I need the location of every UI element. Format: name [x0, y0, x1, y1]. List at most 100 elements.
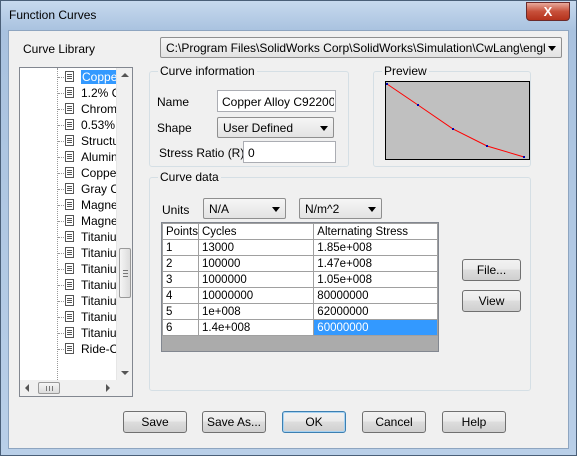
preview-point	[486, 145, 488, 147]
document-icon	[65, 119, 74, 130]
units-x-value: N/A	[209, 202, 230, 216]
file-button[interactable]: File...	[462, 259, 521, 281]
tree-vertical-scrollbar[interactable]	[116, 68, 132, 381]
table-cell[interactable]: 6	[162, 319, 199, 336]
scroll-left-icon[interactable]	[25, 384, 29, 392]
curve-library-tree[interactable]: Copper A 1.2% Car Chrome-N 0.53% Ca Structur…	[19, 67, 133, 397]
curve-information-title: Curve information	[158, 64, 257, 78]
document-icon	[65, 263, 74, 274]
tree-scroll-thumb[interactable]	[119, 248, 131, 298]
table-cell[interactable]: 80000000	[313, 287, 438, 304]
name-value: Copper Alloy C92200 (N	[222, 95, 334, 109]
tree-connector	[58, 189, 64, 190]
table-cell[interactable]: 5	[162, 303, 199, 320]
document-icon	[65, 167, 74, 178]
scroll-up-icon[interactable]	[121, 73, 129, 77]
preview-point	[452, 128, 454, 130]
grip-icon	[123, 276, 128, 277]
table-cell[interactable]: 1000000	[197, 271, 315, 288]
units-x-select[interactable]: N/A	[203, 198, 286, 219]
help-button[interactable]: Help	[442, 411, 506, 433]
table-row[interactable]: 2 100000 1.47e+008	[162, 255, 438, 272]
table-row[interactable]: 6 1.4e+008 60000000	[162, 319, 438, 336]
tree-connector	[58, 221, 64, 222]
library-path-combo[interactable]: C:\Program Files\SolidWorks Corp\SolidWo…	[160, 37, 562, 58]
units-label: Units	[162, 203, 190, 217]
table-row[interactable]: 3 1000000 1.05e+008	[162, 271, 438, 288]
document-icon	[65, 103, 74, 114]
name-field[interactable]: Copper Alloy C92200 (N	[217, 90, 336, 112]
document-icon	[65, 343, 74, 354]
preview-curve-svg	[386, 83, 525, 158]
table-header-row: Points Cycles Alternating Stress	[162, 223, 438, 240]
tree-connector	[58, 77, 64, 78]
stress-ratio-field[interactable]: 0	[243, 141, 336, 163]
tree-horizontal-scrollbar[interactable]	[20, 380, 117, 396]
column-header-cycles[interactable]: Cycles	[197, 223, 315, 240]
view-button[interactable]: View	[462, 290, 521, 312]
table-cell[interactable]: 2	[162, 255, 199, 272]
table-cell[interactable]: 1.85e+008	[313, 239, 438, 256]
dialog-client: Curve Library C:\Program Files\SolidWork…	[8, 30, 569, 449]
preview-point	[386, 83, 388, 85]
tree-connector	[58, 109, 64, 110]
scroll-right-icon[interactable]	[106, 384, 110, 392]
column-header-alternating-stress[interactable]: Alternating Stress	[313, 223, 438, 240]
document-icon	[65, 87, 74, 98]
table-cell[interactable]: 1e+008	[197, 303, 315, 320]
title-bar[interactable]: Function Curves X	[1, 1, 576, 29]
table-cell[interactable]: 1.4e+008	[197, 319, 315, 336]
tree-connector	[58, 157, 64, 158]
table-row[interactable]: 5 1e+008 62000000	[162, 303, 438, 320]
curve-library-label: Curve Library	[23, 42, 96, 56]
chevron-down-icon	[548, 46, 556, 51]
function-curves-window: Function Curves X Curve Library C:\Progr…	[0, 0, 577, 456]
tree-hscroll-thumb[interactable]	[38, 382, 60, 394]
table-cell[interactable]: 1	[162, 239, 199, 256]
table-cell[interactable]: 1.05e+008	[313, 271, 438, 288]
chevron-down-icon	[368, 207, 376, 212]
document-icon	[65, 135, 74, 146]
table-row[interactable]: 1 13000 1.85e+008	[162, 239, 438, 256]
scroll-down-icon[interactable]	[121, 371, 129, 375]
name-label: Name	[157, 95, 190, 109]
table-cell[interactable]: 13000	[197, 239, 315, 256]
tree-connector	[58, 141, 64, 142]
tree-connector	[58, 317, 64, 318]
tree-connector	[58, 125, 64, 126]
document-icon	[65, 199, 74, 210]
table-cell[interactable]: 100000	[197, 255, 315, 272]
preview-point	[417, 104, 419, 106]
tree-connector	[58, 237, 64, 238]
document-icon	[65, 279, 74, 290]
document-icon	[65, 247, 74, 258]
save-button[interactable]: Save	[123, 411, 187, 433]
cancel-button[interactable]: Cancel	[362, 411, 426, 433]
tree-connector	[58, 253, 64, 254]
table-cell[interactable]: 60000000	[313, 319, 438, 336]
table-row[interactable]: 4 10000000 80000000	[162, 287, 438, 304]
save-as-button[interactable]: Save As...	[202, 411, 266, 433]
ok-button[interactable]: OK	[282, 411, 346, 433]
units-y-value: N/m^2	[305, 202, 340, 216]
shape-label: Shape	[157, 121, 192, 135]
table-cell[interactable]: 1.47e+008	[313, 255, 438, 272]
table-cell[interactable]: 10000000	[197, 287, 315, 304]
curve-data-title: Curve data	[158, 170, 221, 184]
preview-curve-line	[386, 83, 525, 158]
document-icon	[65, 183, 74, 194]
shape-select[interactable]: User Defined	[217, 117, 334, 138]
table-cell[interactable]: 62000000	[313, 303, 438, 320]
units-y-select[interactable]: N/m^2	[299, 198, 382, 219]
table-cell[interactable]: 4	[162, 287, 199, 304]
table-cell[interactable]: 3	[162, 271, 199, 288]
stress-ratio-value: 0	[248, 146, 255, 160]
document-icon	[65, 215, 74, 226]
window-title: Function Curves	[9, 8, 97, 22]
grip-icon	[46, 386, 47, 391]
close-button[interactable]: X	[526, 2, 570, 21]
column-header-points[interactable]: Points	[162, 223, 199, 240]
curve-data-grid: Points Cycles Alternating Stress 1 13000 1…	[162, 223, 438, 336]
grip-icon	[49, 386, 50, 391]
curve-data-table[interactable]: Points Cycles Alternating Stress 1 13000 1…	[161, 222, 439, 352]
